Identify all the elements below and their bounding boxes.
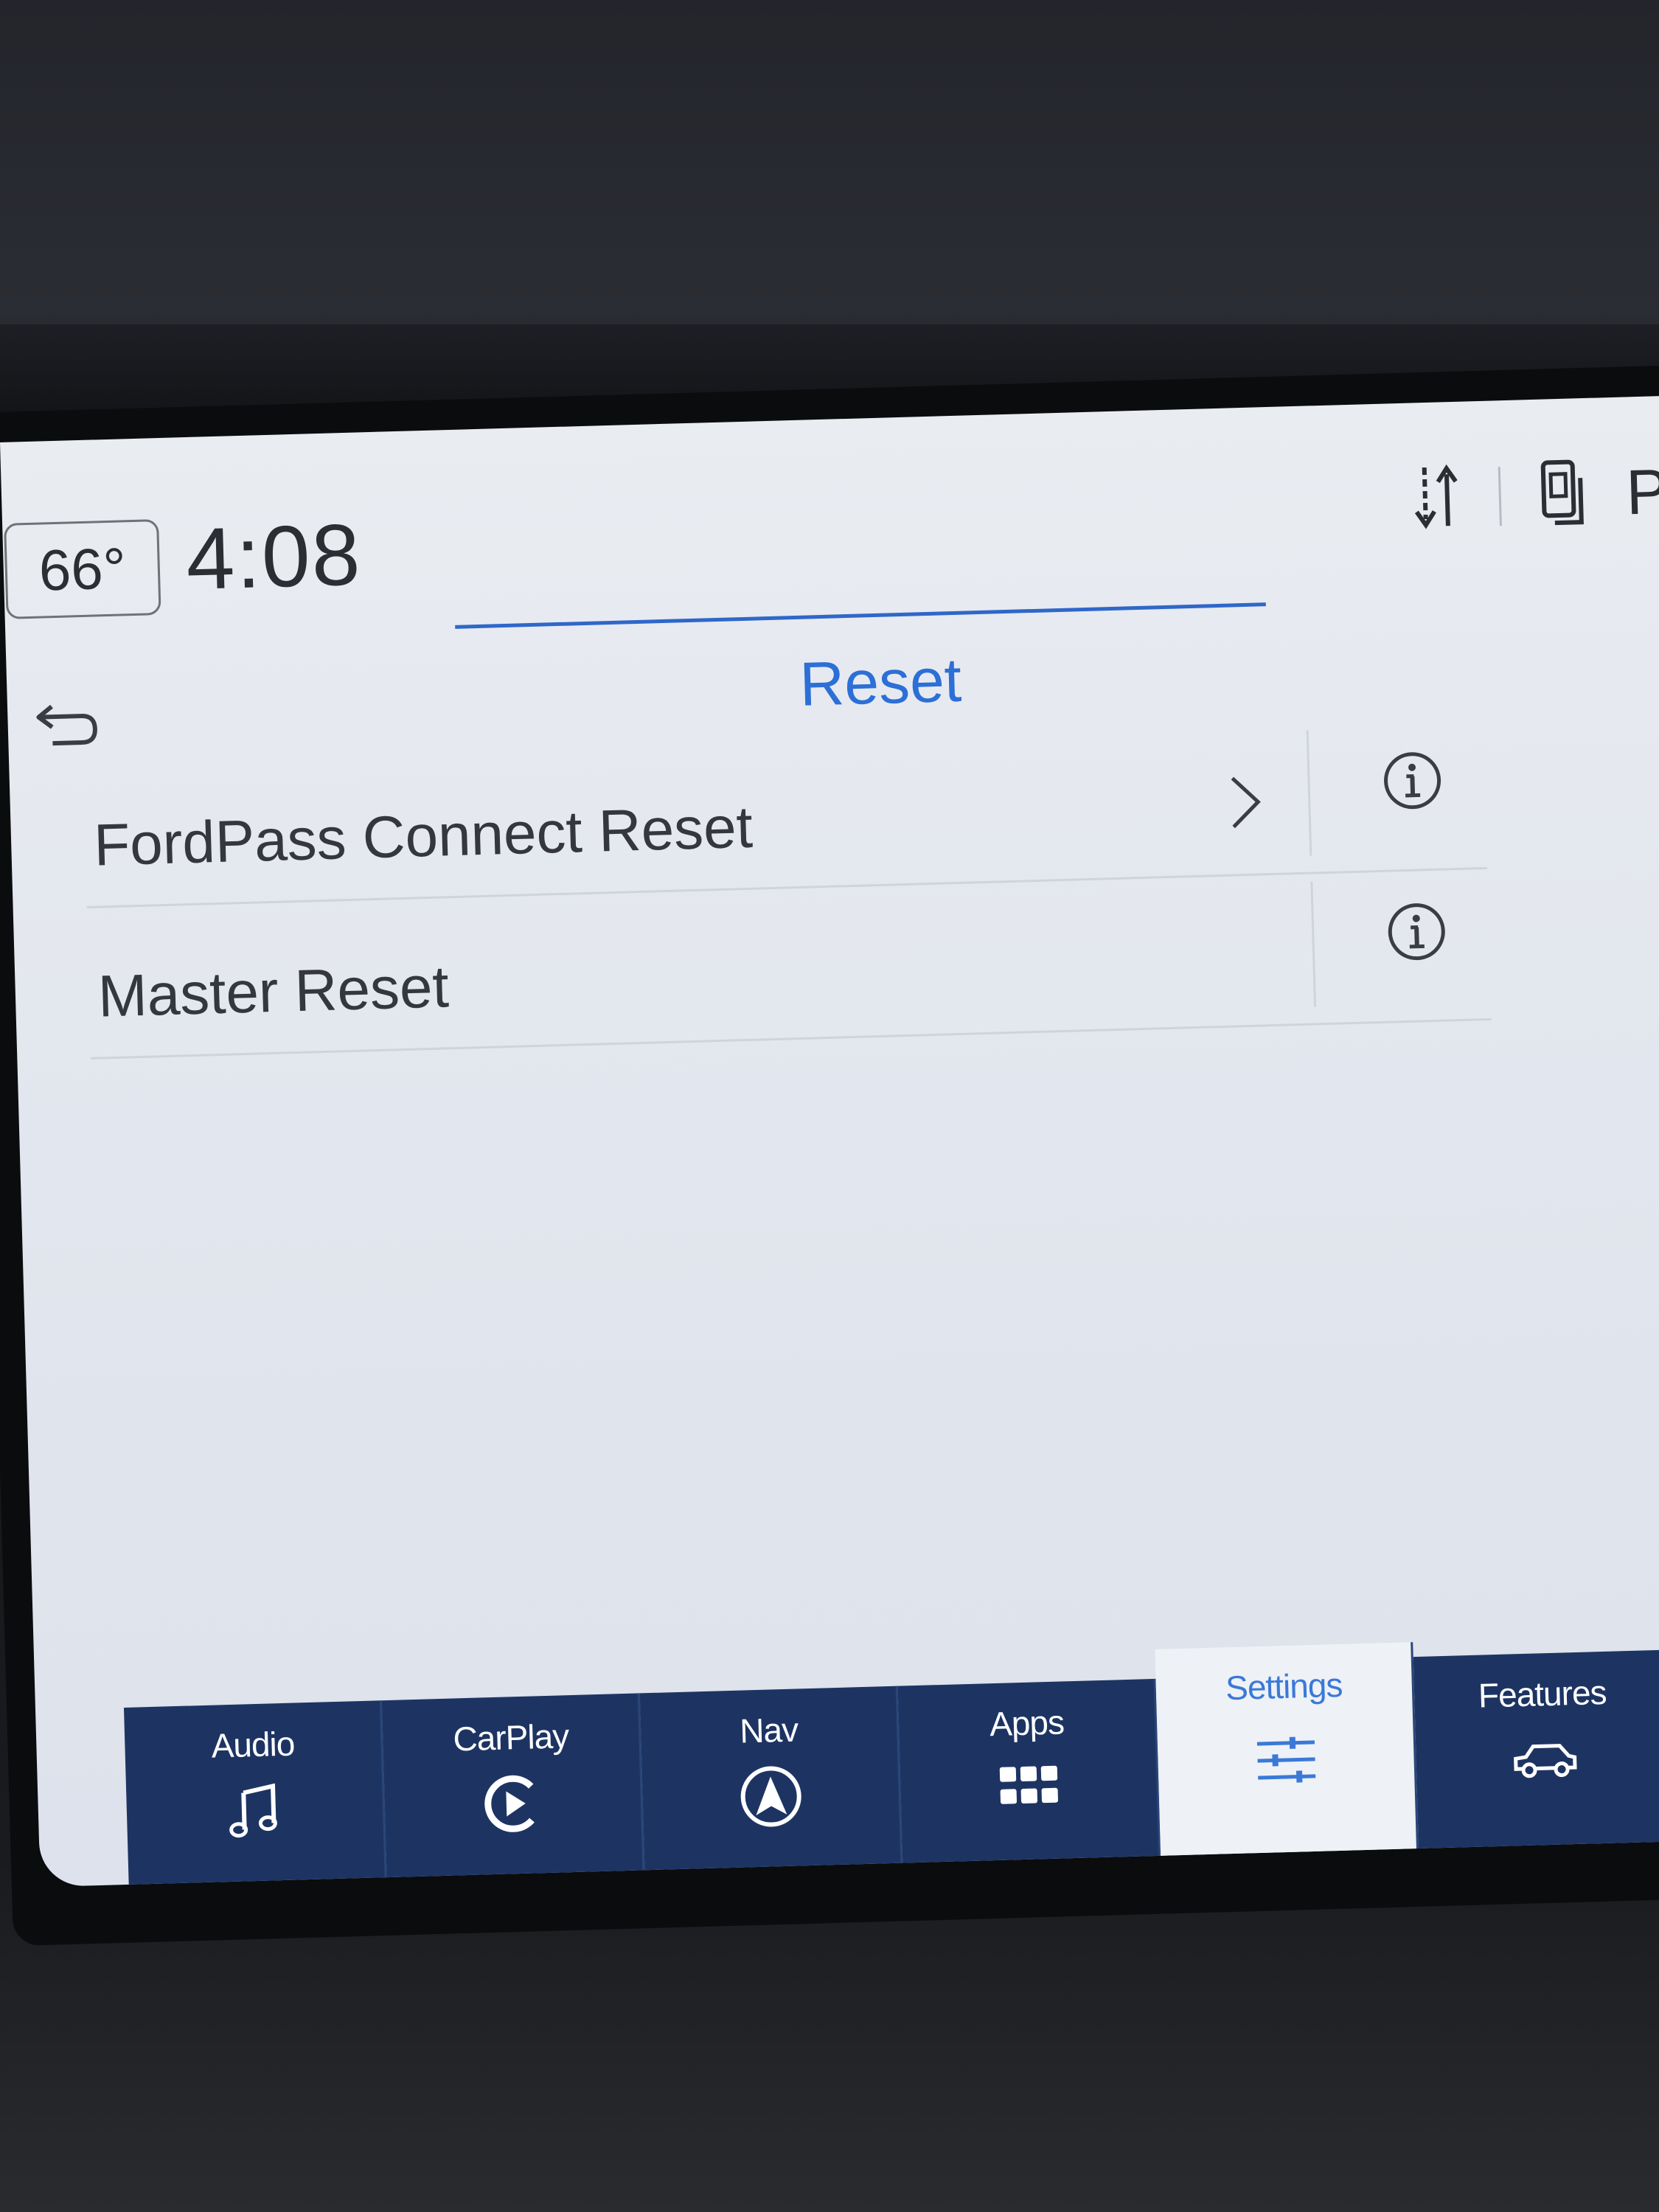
navigation-icon (737, 1762, 804, 1830)
list-item-label: Master Reset (97, 953, 450, 1029)
list-item-label: FordPass Connect Reset (93, 793, 754, 878)
apps-grid-icon (995, 1756, 1062, 1823)
back-arrow-icon (36, 704, 97, 746)
status-icons: P (1409, 448, 1659, 543)
temperature-value: 66° (38, 535, 128, 603)
music-note-icon (220, 1777, 288, 1845)
row-divider (1310, 881, 1317, 1007)
header-tab-indicator (455, 602, 1266, 629)
page-title: Reset (799, 644, 963, 719)
vehicle-icon (1510, 1726, 1578, 1794)
row-divider (1306, 730, 1312, 856)
data-transfer-icon (1409, 459, 1463, 538)
reset-options-list: FordPass Connect Reset Master Reset (82, 717, 1492, 1060)
nav-tab-label: CarPlay (452, 1717, 569, 1759)
carplay-icon (479, 1770, 546, 1837)
nav-tab-label: Features (1478, 1672, 1607, 1715)
info-icon[interactable] (1380, 749, 1444, 813)
status-divider (1498, 467, 1502, 526)
nav-tab-carplay[interactable]: CarPlay (381, 1693, 645, 1885)
back-button[interactable] (29, 683, 105, 759)
nav-tab-audio[interactable]: Audio (123, 1700, 387, 1888)
clock: 4:08 (184, 506, 363, 608)
nav-tab-label: Apps (989, 1703, 1065, 1744)
outside-temperature[interactable]: 66° (4, 519, 161, 619)
nav-tab-apps[interactable]: Apps (897, 1678, 1161, 1871)
info-icon[interactable] (1385, 900, 1448, 963)
status-extra-label: P (1625, 456, 1659, 528)
nav-tab-label: Nav (739, 1710, 799, 1750)
nav-tab-settings[interactable]: Settings (1155, 1642, 1419, 1863)
nav-tab-features[interactable]: Features (1413, 1649, 1659, 1857)
nav-tab-nav[interactable]: Nav (639, 1686, 903, 1878)
nav-tab-label: Audio (210, 1724, 295, 1765)
settings-sliders-icon (1252, 1726, 1320, 1794)
chevron-right-icon (1219, 768, 1272, 836)
infotainment-screen: 66° 4:08 P Reset FordPass Connect Reset … (0, 395, 1659, 1888)
phone-projection-icon[interactable] (1537, 455, 1590, 534)
nav-tab-label: Settings (1225, 1665, 1343, 1708)
